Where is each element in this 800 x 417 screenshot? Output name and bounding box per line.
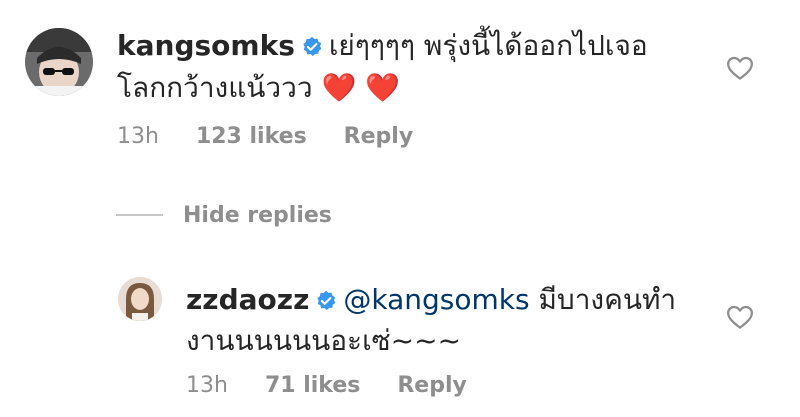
heart-outline-icon[interactable] <box>725 53 755 83</box>
reply-meta: 13h 71 likes Reply <box>186 373 467 398</box>
hide-replies-toggle[interactable]: Hide replies <box>116 200 332 230</box>
reply-username[interactable]: zzdaozz <box>186 283 309 316</box>
reply-timestamp: 13h <box>186 373 228 398</box>
reply-mention-link[interactable]: @kangsomks <box>343 283 529 316</box>
reply-text: มีบางคนทำ <box>529 283 677 316</box>
user-avatar-icon <box>25 28 93 96</box>
reply-text-line-1: zzdaozz @kangsomks มีบางคนทำ <box>186 282 676 321</box>
comment-timestamp: 13h <box>117 124 159 149</box>
comment-reply-button[interactable]: Reply <box>344 124 414 149</box>
avatar[interactable] <box>25 28 93 96</box>
reply-likes-link[interactable]: 71 likes <box>265 373 360 398</box>
verified-badge-icon <box>315 285 337 321</box>
replies-divider-line <box>116 214 163 216</box>
comment-text-line-1: kangsomks เย่ๆๆๆๆ พรุ่งนี้ได้ออกไปเจอ <box>117 28 648 67</box>
verified-badge-icon <box>301 31 323 67</box>
avatar[interactable] <box>118 277 162 321</box>
comment-username[interactable]: kangsomks <box>117 29 295 62</box>
user-avatar-icon <box>118 277 162 321</box>
comment-meta: 13h 123 likes Reply <box>117 124 413 149</box>
comment-likes-link[interactable]: 123 likes <box>196 124 307 149</box>
comment-text-line-2: โลกกว้างแน้ววว ❤️ ❤️ <box>117 71 401 104</box>
heart-outline-icon[interactable] <box>725 302 755 332</box>
reply-text-line-2: งานนนนนนอะเซ่~~~ <box>186 324 462 357</box>
reply-reply-button[interactable]: Reply <box>397 373 467 398</box>
hide-replies-label[interactable]: Hide replies <box>183 203 332 228</box>
comment-text: เย่ๆๆๆๆ พรุ่งนี้ได้ออกไปเจอ <box>328 29 648 62</box>
